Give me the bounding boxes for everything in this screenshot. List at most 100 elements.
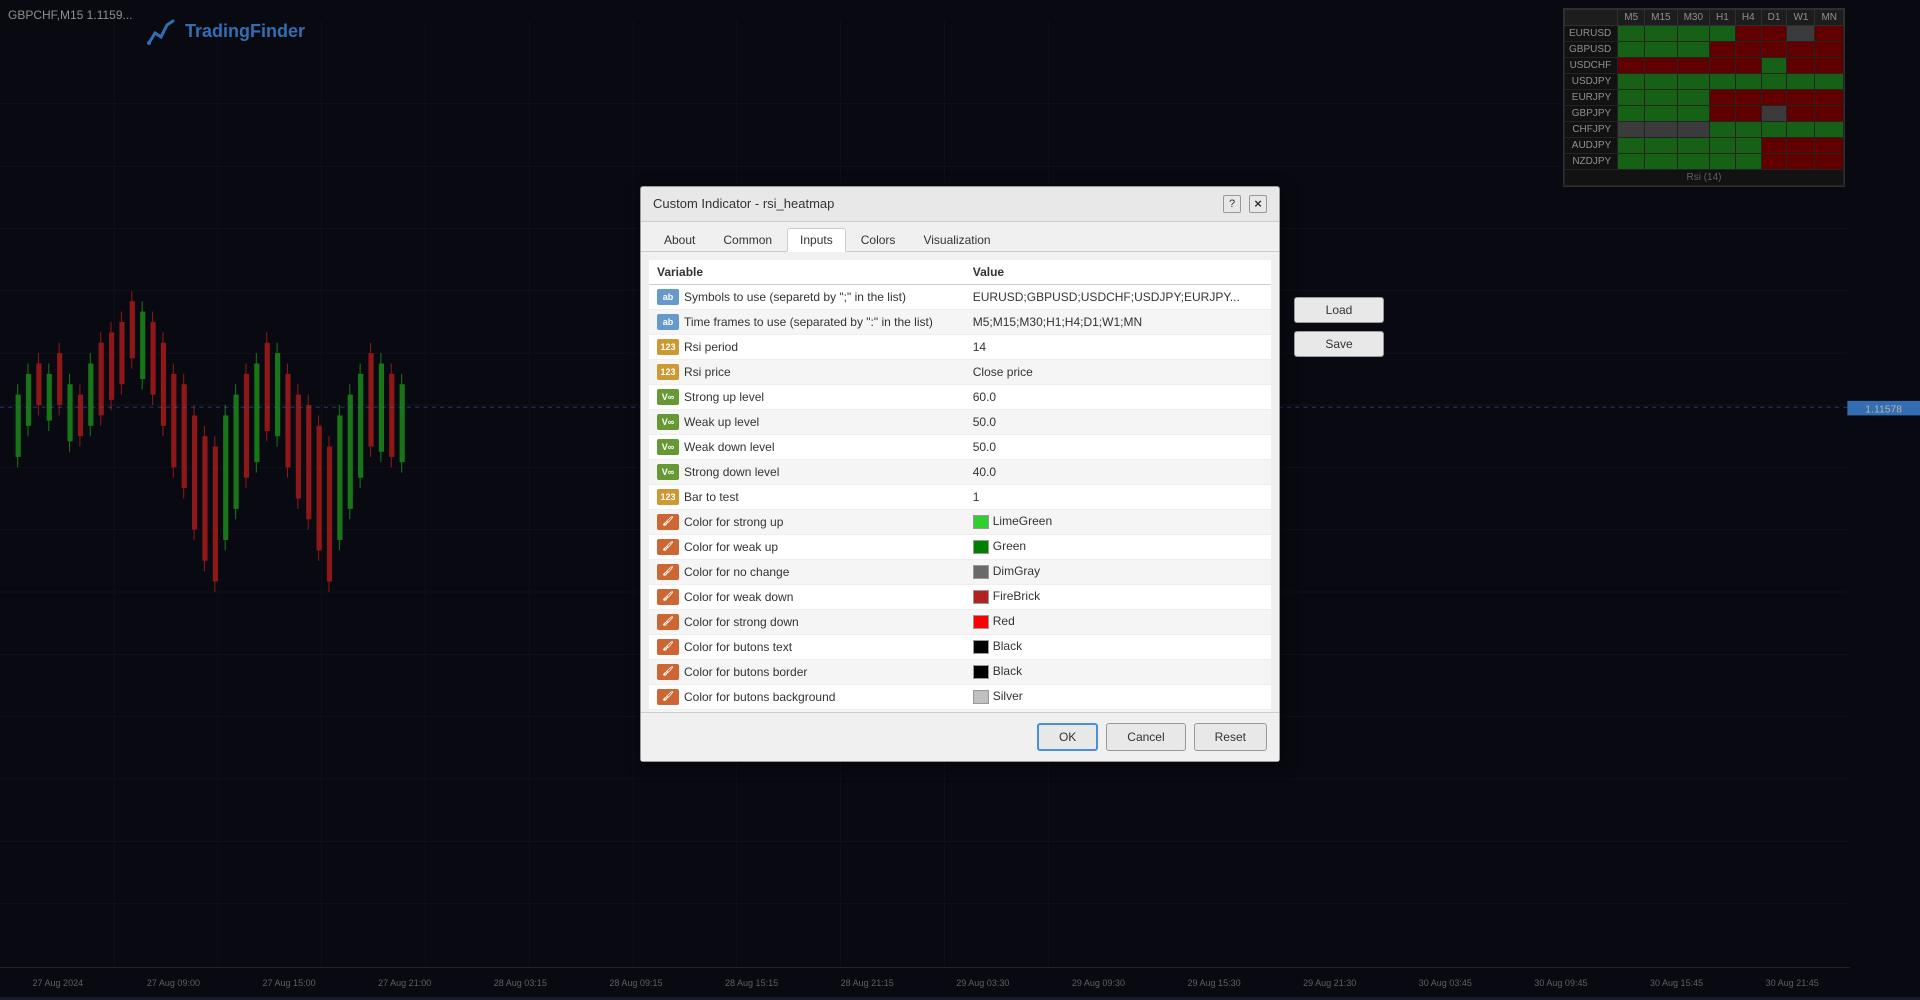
value-cell-14[interactable]: Black [965, 634, 1271, 659]
variable-label-4: Strong up level [684, 390, 764, 404]
value-cell-0: EURUSD;GBPUSD;USDCHF;USDJPY;EURJPY... [965, 284, 1271, 309]
variable-cell-4: V∞Strong up level [649, 384, 965, 409]
color-swatch-14 [973, 640, 989, 654]
type-badge-3: 123 [657, 364, 679, 380]
value-cell-1: M5;M15;M30;H1;H4;D1;W1;MN [965, 309, 1271, 334]
type-badge-11: 🖌 [657, 564, 679, 580]
table-row: 🖌 Color for butons text Black [649, 634, 1271, 659]
ok-button[interactable]: OK [1037, 723, 1098, 751]
close-button[interactable]: × [1249, 195, 1267, 213]
tab-inputs[interactable]: Inputs [787, 228, 846, 252]
variable-cell-1: ab Time frames to use (separated by ":" i… [649, 309, 965, 334]
variable-label-12: Color for weak down [684, 590, 793, 604]
value-cell-7: 40.0 [965, 459, 1271, 484]
table-row: 123 Rsi price Close price [649, 359, 1271, 384]
value-cell-10[interactable]: Green [965, 534, 1271, 559]
cancel-button[interactable]: Cancel [1106, 723, 1185, 751]
type-badge-13: 🖌 [657, 614, 679, 630]
variable-label-6: Weak down level [684, 440, 775, 454]
col-variable: Variable [649, 260, 965, 285]
reset-button[interactable]: Reset [1194, 723, 1267, 751]
type-badge-16: 🖌 [657, 689, 679, 705]
table-row: 🖌Color for weak downFireBrick [649, 584, 1271, 609]
table-row: V∞ Weak down level 50.0 [649, 434, 1271, 459]
table-row: 🖌Color for no changeDimGray [649, 559, 1271, 584]
type-badge-15: 🖌 [657, 664, 679, 680]
type-badge-1: ab [657, 314, 679, 330]
color-swatch-9 [973, 515, 989, 529]
tab-about[interactable]: About [651, 228, 708, 251]
type-badge-7: V∞ [657, 464, 679, 480]
variable-cell-15: 🖌 Color for butons border [649, 659, 965, 684]
dialog-footer: OK Cancel Reset [641, 712, 1279, 761]
table-row: V∞ Weak up level 50.0 [649, 409, 1271, 434]
table-row: 🖌Color for strong upLimeGreen [649, 509, 1271, 534]
type-badge-6: V∞ [657, 439, 679, 455]
value-cell-13[interactable]: Red [965, 609, 1271, 634]
variable-cell-3: 123 Rsi price [649, 359, 965, 384]
value-cell-3: Close price [965, 359, 1271, 384]
variable-cell-16: 🖌 Color for butons background [649, 684, 965, 709]
variable-label-7: Strong down level [684, 465, 779, 479]
variable-label-3: Rsi price [684, 365, 731, 379]
type-badge-14: 🖌 [657, 639, 679, 655]
color-swatch-15 [973, 665, 989, 679]
variable-label-15: Color for butons border [684, 665, 807, 679]
color-swatch-10 [973, 540, 989, 554]
variable-label-1: Time frames to use (separated by ":" in … [684, 315, 933, 329]
type-badge-10: 🖌 [657, 539, 679, 555]
tab-common[interactable]: Common [710, 228, 785, 251]
color-swatch-11 [973, 565, 989, 579]
tab-colors[interactable]: Colors [848, 228, 909, 251]
variable-cell-11: 🖌Color for no change [649, 559, 965, 584]
help-button[interactable]: ? [1223, 195, 1241, 213]
table-row: 🖌 Color for strong down Red [649, 609, 1271, 634]
value-cell-16[interactable]: Silver [965, 684, 1271, 709]
variable-cell-10: 🖌 Color for weak up [649, 534, 965, 559]
color-swatch-16 [973, 690, 989, 704]
tab-visualization[interactable]: Visualization [910, 228, 1003, 251]
variable-label-16: Color for butons background [684, 690, 835, 704]
color-swatch-13 [973, 615, 989, 629]
variable-cell-7: V∞ Strong down level [649, 459, 965, 484]
variable-label-8: Bar to test [684, 490, 739, 504]
value-cell-11[interactable]: DimGray [965, 559, 1271, 584]
dialog-overlay: Custom Indicator - rsi_heatmap ? × About… [0, 0, 1920, 997]
variable-label-13: Color for strong down [684, 615, 799, 629]
table-row: ab Time frames to use (separated by ":" i… [649, 309, 1271, 334]
table-row: 123Rsi period14 [649, 334, 1271, 359]
type-badge-9: 🖌 [657, 514, 679, 530]
col-value: Value [965, 260, 1271, 285]
variable-cell-2: 123Rsi period [649, 334, 965, 359]
type-badge-5: V∞ [657, 414, 679, 430]
table-row: ab Symbols to use (separetd by ";" in the… [649, 284, 1271, 309]
value-cell-4: 60.0 [965, 384, 1271, 409]
value-cell-5: 50.0 [965, 409, 1271, 434]
table-row: 🖌 Color for butons background Silver [649, 684, 1271, 709]
color-swatch-12 [973, 590, 989, 604]
dialog-controls: ? × [1223, 195, 1267, 213]
variable-cell-5: V∞ Weak up level [649, 409, 965, 434]
load-button[interactable]: Load [1294, 297, 1384, 323]
dialog: Custom Indicator - rsi_heatmap ? × About… [640, 186, 1280, 762]
variable-label-5: Weak up level [684, 415, 759, 429]
variable-label-14: Color for butons text [684, 640, 792, 654]
variable-cell-14: 🖌 Color for butons text [649, 634, 965, 659]
value-cell-9[interactable]: LimeGreen [965, 509, 1271, 534]
value-cell-2: 14 [965, 334, 1271, 359]
value-cell-15[interactable]: Black [965, 659, 1271, 684]
dialog-titlebar: Custom Indicator - rsi_heatmap ? × [641, 187, 1279, 222]
table-row: 🖌 Color for weak up Green [649, 534, 1271, 559]
inputs-table-wrapper: Variable Value ab Symbols to use (separet… [641, 252, 1279, 712]
variable-cell-0: ab Symbols to use (separetd by ";" in the… [649, 284, 965, 309]
variable-label-0: Symbols to use (separetd by ";" in the l… [684, 290, 906, 304]
variable-label-10: Color for weak up [684, 540, 778, 554]
variable-cell-13: 🖌 Color for strong down [649, 609, 965, 634]
table-row: V∞ Strong down level 40.0 [649, 459, 1271, 484]
type-badge-8: 123 [657, 489, 679, 505]
value-cell-6: 50.0 [965, 434, 1271, 459]
type-badge-0: ab [657, 289, 679, 305]
save-button[interactable]: Save [1294, 331, 1384, 357]
value-cell-8: 1 [965, 484, 1271, 509]
value-cell-12[interactable]: FireBrick [965, 584, 1271, 609]
